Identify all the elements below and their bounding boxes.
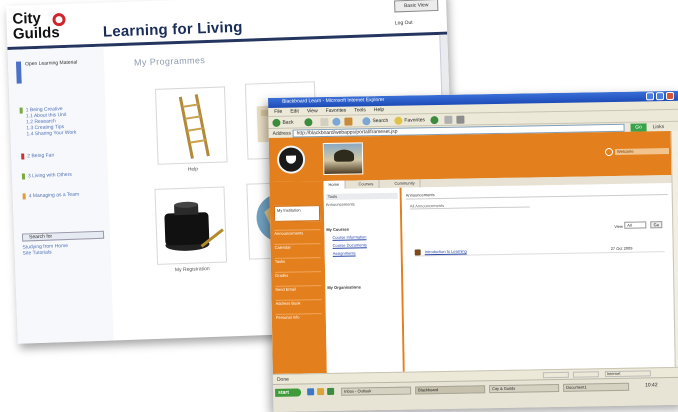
announcement-row: Introduction to Learning 27 Oct 2009 [414,245,665,257]
course-link[interactable]: Course Information [332,234,366,240]
main-subheading: All Announcements [409,201,530,210]
basic-view-button[interactable]: Basic View [394,0,439,13]
status-cell [542,371,569,379]
close-button[interactable] [665,91,675,101]
sidebar-item[interactable]: Grades [275,271,322,279]
announcement-link[interactable]: Introduction to Learning [425,249,467,255]
forward-icon[interactable] [304,118,313,127]
tile-caption: My Registration [174,266,210,274]
task-item[interactable]: City & Guilds [489,383,560,394]
address-label: Address [272,130,292,137]
start-button[interactable]: start [275,388,302,397]
coffee-cup-logo-icon [276,145,306,174]
task-item[interactable]: Document1 [563,382,630,392]
my-courses-heading: My Courses [326,226,350,233]
window-title: Blackboard Learn - Microsoft Internet Ex… [282,96,385,105]
left-navigation: Open Learning Material 1 Being Creative … [7,46,114,344]
tools-panel: Tools Announcements My Courses Course In… [323,187,405,374]
menu-tools[interactable]: Tools [354,106,366,114]
course-link[interactable]: Assignments [333,250,356,255]
browser-window: Blackboard Learn - Microsoft Internet Ex… [268,90,678,412]
page-title: Learning for Living [102,18,243,41]
nav-item[interactable]: 4 Managing as a Team [22,191,80,200]
home-icon[interactable] [344,117,353,126]
history-icon[interactable] [430,116,439,125]
mail-icon[interactable] [444,115,453,124]
tile-caption: Help [187,166,199,173]
sidebar-item[interactable]: Calendar [274,243,321,251]
stop-icon[interactable] [320,117,329,127]
links-label[interactable]: Links [653,124,665,130]
sidebar-item[interactable]: Tasks [274,257,321,265]
menu-file[interactable]: File [274,108,282,116]
sidebar-item[interactable]: Personal Info [275,313,322,321]
main-heading: Announcements [405,188,668,200]
welcome-box: Welcome [614,148,670,155]
extra-links: Studying from Home Site Tutorials [22,243,68,257]
nav-subitem[interactable]: 1.4 Sharing Your Work [26,130,76,138]
quick-launch-icon[interactable] [307,388,315,396]
view-go-button[interactable]: Go [650,221,663,229]
status-cell [572,371,599,378]
sidebar-item[interactable]: Send Email [275,285,322,293]
log-out-link[interactable]: Log Out [395,20,413,27]
announcement-icon [414,249,421,256]
view-label: View [614,223,623,229]
sidebar-item[interactable]: Announcements [274,229,321,237]
main-content: Announcements All Announcements View All… [401,182,675,372]
ink-pot-icon [164,201,224,251]
clock: 10:42 [645,382,658,389]
back-icon[interactable] [272,118,281,127]
left-nav-heading: Open Learning Material [15,58,95,84]
search-label[interactable]: Search [372,118,388,124]
programme-tile[interactable] [154,186,228,265]
tools-heading: Tools [325,192,398,201]
user-icon[interactable] [604,147,614,157]
minimize-button[interactable] [645,92,655,101]
sidebar-item[interactable]: Address Book [275,299,322,307]
organisations-heading: My Organisations [327,284,361,290]
menu-edit[interactable]: Edit [290,107,299,115]
task-item[interactable]: Inbox - Outlook [341,386,412,396]
status-zone: Internet [604,370,651,378]
status-text: Done [276,376,289,383]
menu-help[interactable]: Help [374,106,384,114]
search-icon[interactable] [362,117,371,126]
logo-line-2: Guilds [12,24,60,43]
back-label[interactable]: Back [282,120,293,126]
quick-launch-icon[interactable] [317,388,325,396]
tools-link[interactable]: Announcements [326,202,355,208]
extra-link[interactable]: Site Tutorials [23,249,69,257]
search-box[interactable]: Search for [21,230,105,242]
print-icon[interactable] [456,115,465,124]
nav-item[interactable]: 3 Living with Others [21,171,72,180]
left-sidebar: My Institution Announcements Calendar Ta… [269,181,327,374]
course-link[interactable]: Course Documents [333,242,367,248]
favorites-label[interactable]: Favorites [404,117,425,123]
task-item[interactable]: Blackboard [415,385,486,395]
maximize-button[interactable] [655,92,665,101]
programmes-title: My Programmes [133,55,206,68]
quick-launch-icon[interactable] [327,387,335,396]
view-select[interactable]: All [624,221,647,229]
taskbar: start Inbox - Outlook Blackboard City & … [272,376,678,412]
announcement-date: 27 Oct 2009 [610,245,633,252]
site-header: Welcome [268,130,672,182]
institution-box[interactable]: My Institution [273,205,321,222]
nav-item[interactable]: 2 Being Fair [21,152,55,160]
refresh-icon[interactable] [332,117,341,126]
programme-tile[interactable] [154,86,228,165]
ladder-icon [178,94,210,159]
favorites-icon[interactable] [394,116,403,125]
menu-view[interactable]: View [307,107,318,115]
header-photo [322,142,364,176]
